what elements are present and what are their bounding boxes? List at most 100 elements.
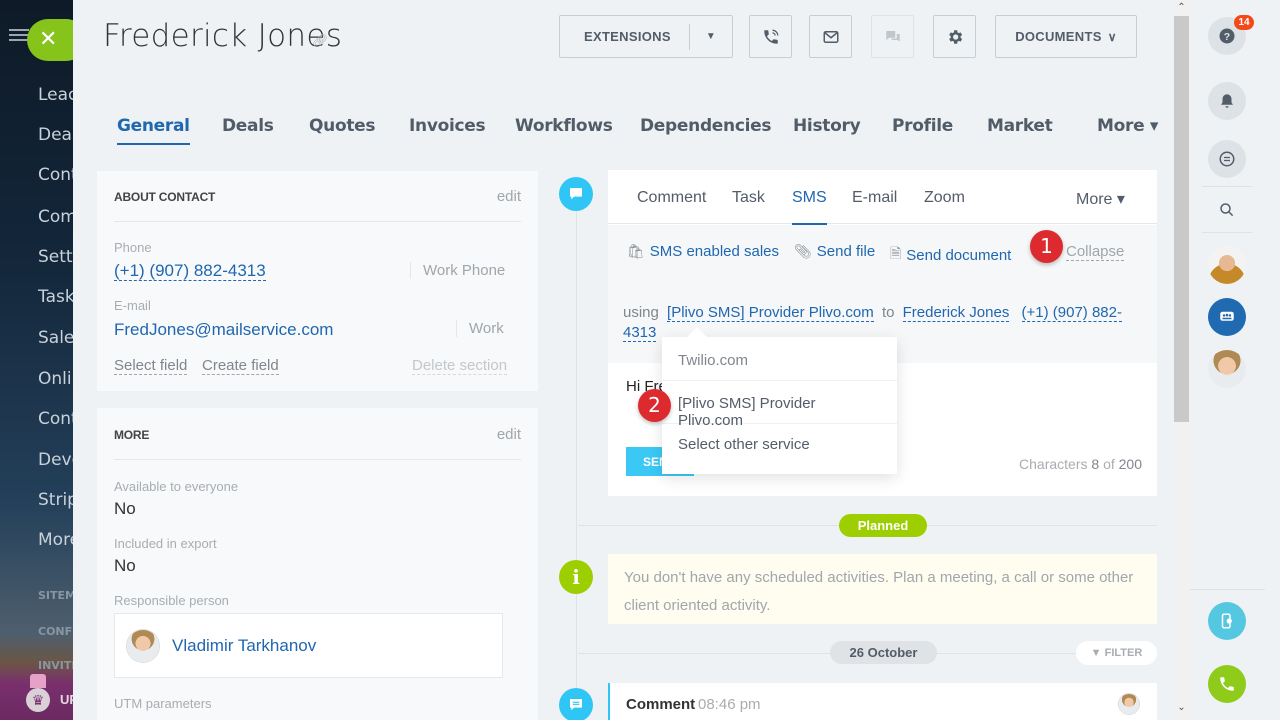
search-button[interactable]	[1208, 191, 1246, 229]
responsible-person-name[interactable]: Vladimir Tarkhanov	[172, 636, 316, 656]
documents-button[interactable]: DOCUMENTS ∨	[995, 15, 1137, 58]
hamburger-menu-icon[interactable]	[9, 29, 29, 43]
nav-item-invite[interactable]: INVITE	[38, 659, 73, 672]
nav-item-contact-center[interactable]: Cont	[38, 409, 73, 429]
phone-call-button[interactable]	[1208, 665, 1246, 703]
nav-item-settings[interactable]: Setti	[38, 247, 73, 267]
tab-workflows[interactable]: Workflows	[515, 116, 613, 136]
filter-button[interactable]: ▼ FILTER	[1076, 641, 1157, 665]
tab-quotes[interactable]: Quotes	[309, 116, 376, 136]
tab-profile[interactable]: Profile	[892, 116, 953, 136]
tab-deals[interactable]: Deals	[222, 116, 274, 136]
crown-icon: ♛	[26, 688, 50, 712]
export-value: No	[114, 556, 136, 575]
characters-count: 8	[1091, 456, 1100, 472]
upgrade-button[interactable]: ♛ UP	[26, 674, 73, 712]
phone-type: Work Phone	[410, 262, 505, 279]
editor-tab-sms[interactable]: SMS	[792, 189, 827, 225]
edit-link[interactable]: edit	[497, 188, 521, 205]
nav-item-configure[interactable]: CONFI	[38, 625, 73, 638]
user-avatar[interactable]	[1208, 246, 1246, 284]
dropdown-item-plivo[interactable]: [Plivo SMS] Provider Plivo.com	[662, 382, 897, 429]
comment-title: Comment	[626, 696, 696, 713]
nav-item-more[interactable]: More	[38, 530, 73, 550]
edit-link[interactable]: edit	[497, 426, 521, 443]
create-field-link[interactable]: Create field	[202, 357, 279, 375]
nav-item-contacts[interactable]: Cont	[26, 160, 73, 190]
send-file-link[interactable]: 📎︎ Send file	[794, 243, 875, 260]
collapse-link[interactable]: Collapse	[1066, 243, 1125, 261]
send-document-label: Send document	[906, 246, 1012, 264]
nav-item-leads[interactable]: Leac	[38, 85, 73, 105]
info-icon: i	[559, 560, 593, 594]
tab-history[interactable]: History	[793, 116, 861, 136]
editor-tab-task[interactable]: Task	[732, 189, 765, 207]
page-scrollbar[interactable]: ⌃ ⌄	[1173, 0, 1190, 720]
phone-call-icon	[1220, 677, 1234, 691]
dropdown-item-other-service[interactable]: Select other service	[662, 423, 897, 465]
select-field-link[interactable]: Select field	[114, 357, 188, 375]
mobile-cloud-icon	[1221, 613, 1232, 629]
scroll-up-icon[interactable]: ⌃	[1173, 2, 1190, 13]
bell-icon	[1221, 94, 1233, 108]
settings-button[interactable]	[933, 15, 976, 58]
extensions-button[interactable]: EXTENSIONS ▼	[559, 15, 733, 58]
nav-item-deals[interactable]: Deal	[38, 125, 73, 145]
editor-tab-email[interactable]: E-mail	[852, 189, 897, 207]
tab-dependencies[interactable]: Dependencies	[640, 116, 772, 136]
nav-item-companies[interactable]: Com	[38, 207, 73, 227]
phone-icon	[763, 29, 778, 44]
avatar	[1118, 693, 1140, 715]
link-icon[interactable]: 🔗︎	[312, 33, 329, 49]
annotation-badge-1: 1	[1030, 230, 1063, 263]
nav-item-stripe[interactable]: Strip	[38, 490, 73, 510]
call-button[interactable]	[749, 15, 792, 58]
activity-stream-button[interactable]	[1208, 140, 1246, 178]
scroll-down-icon[interactable]: ⌄	[1173, 702, 1190, 713]
notifications-button[interactable]	[1208, 82, 1246, 120]
email-label: E-mail	[114, 298, 151, 313]
email-button[interactable]	[809, 15, 852, 58]
nav-item-sales[interactable]: Sales	[38, 328, 73, 348]
nav-item-developer[interactable]: Deve	[38, 450, 73, 470]
editor-tab-comment[interactable]: Comment	[637, 189, 706, 207]
sms-enabled-sales-link[interactable]: 🛍︎ SMS enabled sales	[627, 243, 779, 260]
comment-icon	[559, 688, 593, 720]
divider	[114, 459, 521, 460]
nav-item-online[interactable]: Onlir	[38, 369, 73, 389]
close-menu-button[interactable]: ✕	[27, 19, 73, 61]
editor-tabs: Comment Task SMS E-mail Zoom More ▾	[608, 170, 1157, 225]
editor-tab-zoom[interactable]: Zoom	[924, 189, 965, 207]
scrollbar-thumb[interactable]	[1174, 16, 1189, 422]
dropdown-item-twilio[interactable]: Twilio.com	[662, 339, 897, 381]
caret-down-icon[interactable]: ▼	[690, 31, 732, 42]
tab-general[interactable]: General	[117, 116, 190, 145]
provider-selector[interactable]: [Plivo SMS] Provider Plivo.com	[667, 304, 874, 322]
user-avatar[interactable]	[1208, 350, 1246, 388]
email-value-link[interactable]: FredJones@mailservice.com	[114, 320, 333, 340]
page-title: Frederick Jones	[103, 18, 343, 54]
send-document-link[interactable]: 🗎︎ Send document	[890, 243, 1011, 267]
nav-item-tasks[interactable]: Task	[38, 287, 73, 307]
tab-market[interactable]: Market	[987, 116, 1053, 136]
group-chat-button[interactable]	[1208, 298, 1246, 336]
nav-item-sitemap[interactable]: SITEMA	[38, 589, 73, 602]
phone-value-link[interactable]: (+1) (907) 882-4313	[114, 261, 266, 281]
filter-label: FILTER	[1104, 647, 1143, 659]
provider-dropdown: Twilio.com [Plivo SMS] Provider Plivo.co…	[662, 337, 897, 474]
recipient-selector[interactable]: Frederick Jones	[902, 304, 1010, 322]
responsible-person[interactable]: Vladimir Tarkhanov	[114, 613, 503, 678]
chevron-down-icon: ∨	[1107, 29, 1117, 44]
chat-button[interactable]	[871, 15, 914, 58]
delete-section-link[interactable]: Delete section	[412, 357, 508, 375]
mobile-cloud-button[interactable]	[1208, 602, 1246, 640]
divider	[114, 221, 521, 222]
editor-tab-more[interactable]: More ▾	[1076, 189, 1125, 209]
tab-invoices[interactable]: Invoices	[409, 116, 486, 136]
paperclip-icon: 📎︎	[794, 243, 812, 259]
tab-more[interactable]: More ▾	[1097, 116, 1158, 136]
mail-icon	[823, 30, 838, 43]
lamp-icon	[30, 674, 46, 688]
comment-activity[interactable]: Comment 08:46 pm	[608, 683, 1157, 720]
timeline-line	[576, 195, 577, 720]
